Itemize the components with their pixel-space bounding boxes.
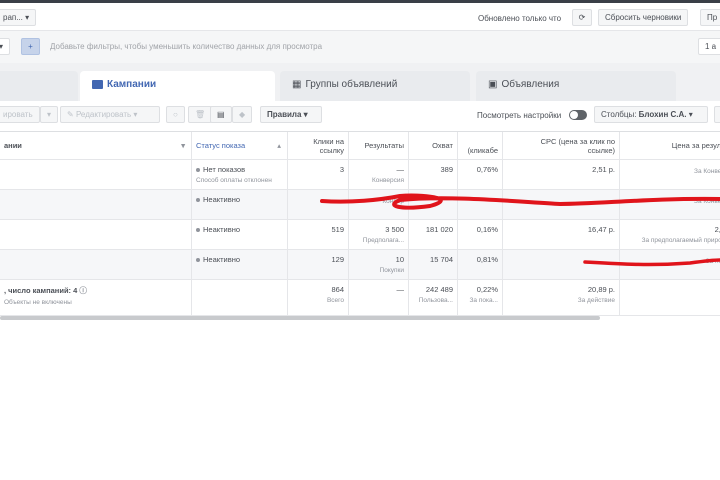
redaction-scribble-2 [583, 258, 720, 267]
red-redaction-scribbles [320, 193, 720, 267]
redaction-scribble-1 [320, 193, 720, 210]
